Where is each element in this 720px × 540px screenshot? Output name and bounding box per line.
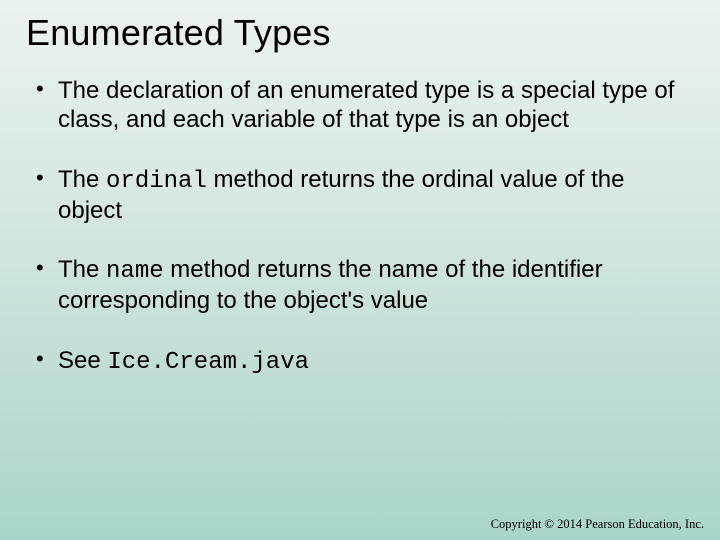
bullet-item: See Ice.Cream.java — [34, 346, 690, 377]
body-text: The declaration of an enumerated type is… — [58, 77, 674, 133]
bullet-item: The name method returns the name of the … — [34, 255, 690, 316]
code-text: name — [106, 258, 164, 285]
code-text: ordinal — [106, 168, 207, 195]
bullet-item: The ordinal method returns the ordinal v… — [34, 165, 690, 226]
slide: Enumerated Types The declaration of an e… — [0, 0, 720, 540]
bullet-list: The declaration of an enumerated type is… — [26, 76, 694, 377]
copyright-footer: Copyright © 2014 Pearson Education, Inc. — [491, 517, 704, 532]
body-text: The — [58, 166, 106, 193]
bullet-item: The declaration of an enumerated type is… — [34, 76, 690, 135]
body-text: See — [58, 347, 107, 374]
slide-title: Enumerated Types — [26, 12, 694, 54]
body-text: The — [58, 256, 106, 283]
code-text: Ice.Cream.java — [107, 349, 309, 376]
